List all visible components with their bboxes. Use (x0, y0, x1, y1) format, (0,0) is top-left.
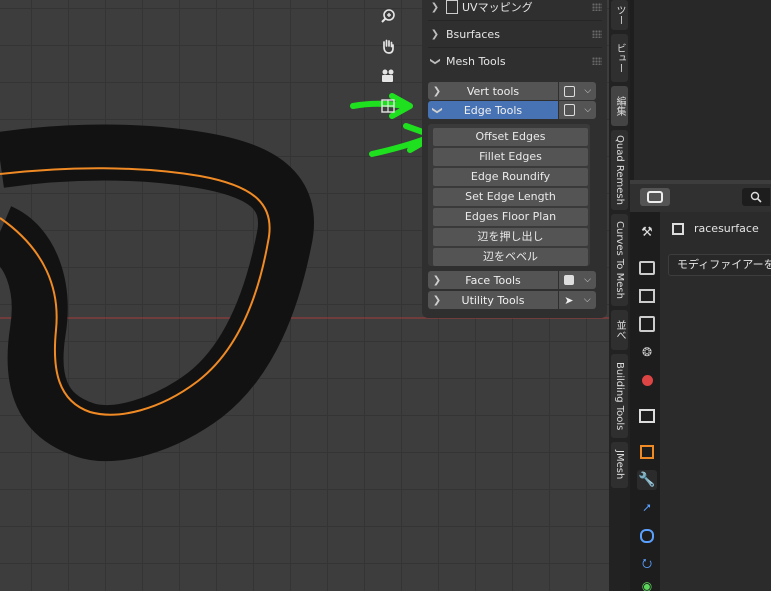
track-body (0, 124, 314, 461)
utility-tools-button[interactable]: ❯ Utility Tools (428, 291, 558, 309)
chevron-right-icon: ❯ (432, 294, 442, 306)
tab-label: Curves To Mesh (614, 221, 625, 299)
edge-tools-button[interactable]: ❯ Edge Tools (428, 101, 558, 119)
edge-tools-row: ❯ Edge Tools ⌵ (428, 101, 596, 119)
object-name-row: racesurface (672, 222, 759, 235)
constraints-icon[interactable]: ⭮ (637, 554, 657, 574)
modifier-icon[interactable]: 🔧 (637, 470, 657, 490)
view-layer-icon[interactable] (637, 314, 657, 334)
uv-icon (446, 0, 458, 14)
panel-title: Bsurfaces (446, 27, 500, 41)
object-icon[interactable] (637, 442, 657, 462)
outliner[interactable] (630, 0, 771, 180)
fillet-edges-button[interactable]: Fillet Edges (433, 148, 588, 166)
panel-bsurfaces[interactable]: ❯ Bsurfaces (428, 23, 602, 45)
hand-icon[interactable] (375, 33, 401, 59)
tab-label: 編集 (614, 96, 625, 116)
tab-edit[interactable]: 編集 (611, 86, 628, 126)
tab-quad-remesh[interactable]: Quad Remesh (611, 130, 628, 210)
chevron-down-icon: ⌵ (584, 86, 592, 96)
panel-mesh-tools[interactable]: ❯ Mesh Tools (428, 50, 602, 72)
camera-icon[interactable] (375, 63, 401, 89)
offset-edges-button[interactable]: Offset Edges (433, 128, 588, 146)
button-label: Vert tools (466, 84, 520, 98)
properties-editor-icon (647, 191, 663, 203)
tab-label: JMesh (614, 450, 625, 480)
editor-type-dropdown[interactable] (640, 188, 670, 206)
sidebar-panel: ❯ UVマッピング ❯ Bsurfaces ❯ Mesh Tools ❯ Ver… (422, 0, 607, 318)
chevron-right-icon: ❯ (430, 1, 440, 13)
vert-tools-button[interactable]: ❯ Vert tools (428, 82, 558, 100)
scene-icon[interactable]: ❂ (637, 342, 657, 362)
face-icon (564, 275, 575, 285)
properties-main: racesurface モディファイアーを (660, 212, 771, 591)
drag-handle[interactable] (592, 30, 602, 38)
edge-icon (563, 104, 575, 116)
add-modifier-dropdown[interactable]: モディファイアーを (668, 254, 771, 276)
utility-tools-menu[interactable]: ➤ ⌵ (559, 291, 596, 309)
button-label: Utility Tools (461, 293, 525, 307)
tab-jmesh[interactable]: JMesh (611, 442, 628, 488)
face-tools-row: ❯ Face Tools ⌵ (428, 271, 596, 289)
vert-tools-menu[interactable]: ⌵ (559, 82, 596, 100)
set-edge-length-button[interactable]: Set Edge Length (433, 188, 588, 206)
outliner-border (630, 0, 634, 180)
tab-curves-to-mesh[interactable]: Curves To Mesh (611, 214, 628, 306)
tab-arrange[interactable]: 並べ (611, 310, 628, 350)
panel-title: Mesh Tools (446, 54, 506, 68)
chevron-down-icon: ❯ (429, 56, 441, 66)
sidebar-tabs: ツー ビュー 編集 Quad Remesh Curves To Mesh 並べ … (609, 0, 630, 591)
extrude-edges-button[interactable]: 辺を押し出し (433, 228, 588, 246)
edge-tools-subpanel: Offset Edges Fillet Edges Edge Roundify … (428, 124, 590, 266)
chevron-right-icon: ❯ (432, 85, 442, 97)
object-name: racesurface (694, 222, 759, 235)
bevel-edges-button[interactable]: 辺をベベル (433, 248, 588, 266)
utility-tools-row: ❯ Utility Tools ➤ ⌵ (428, 291, 596, 309)
cursor-icon: ➤ (564, 293, 574, 307)
edge-tools-menu[interactable]: ⌵ (559, 101, 596, 119)
render-icon[interactable] (637, 258, 657, 278)
tab-label: ツー (614, 5, 625, 25)
chevron-down-icon: ⌵ (584, 105, 592, 115)
properties-header (630, 184, 771, 212)
particles-icon[interactable]: ⭧ (637, 498, 657, 518)
grid-icon[interactable] (375, 93, 401, 119)
panel-uv-mapping[interactable]: ❯ UVマッピング (428, 0, 602, 18)
face-tools-button[interactable]: ❯ Face Tools (428, 271, 558, 289)
world-icon[interactable] (637, 370, 657, 390)
chevron-right-icon: ❯ (432, 274, 442, 286)
tab-label: Quad Remesh (614, 135, 625, 205)
data-icon[interactable]: ◉ (637, 580, 657, 591)
edges-floor-plan-button[interactable]: Edges Floor Plan (433, 208, 588, 226)
tab-label: Building Tools (614, 361, 625, 431)
vertex-icon (563, 85, 575, 97)
chevron-down-icon: ⌵ (583, 295, 591, 305)
edge-roundify-button[interactable]: Edge Roundify (433, 168, 588, 186)
tab-tool[interactable]: ツー (611, 0, 628, 30)
drag-handle[interactable] (592, 3, 602, 11)
search-icon (750, 191, 762, 203)
divider (428, 20, 602, 21)
mesh-object-icon (672, 222, 684, 235)
drag-handle[interactable] (592, 57, 602, 65)
chevron-down-icon: ⌵ (584, 275, 591, 285)
tool-settings-icon[interactable]: ⚒ (637, 222, 657, 242)
search-field[interactable] (742, 188, 770, 206)
panel-title: UVマッピング (462, 1, 533, 14)
vert-tools-row: ❯ Vert tools ⌵ (428, 82, 596, 100)
divider (428, 47, 602, 48)
button-label: Edge Tools (463, 103, 523, 117)
face-tools-menu[interactable]: ⌵ (559, 271, 596, 289)
tab-view[interactable]: ビュー (611, 34, 628, 82)
button-label: Face Tools (465, 273, 521, 287)
tab-label: 並べ (614, 320, 625, 340)
zoom-icon[interactable] (375, 3, 401, 29)
physics-icon[interactable] (637, 526, 657, 546)
output-icon[interactable] (637, 286, 657, 306)
chevron-right-icon: ❯ (430, 28, 440, 40)
collection-icon[interactable] (637, 406, 657, 426)
tab-label: ビュー (614, 43, 625, 73)
tab-building-tools[interactable]: Building Tools (611, 354, 628, 438)
chevron-down-icon: ❯ (431, 105, 443, 115)
